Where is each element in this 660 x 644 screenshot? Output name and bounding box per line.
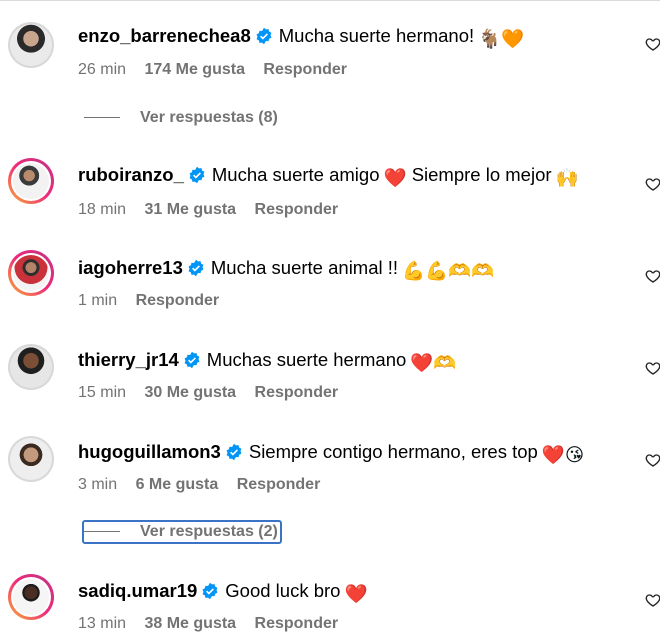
view-replies-button[interactable]: Ver respuestas (8)	[84, 109, 278, 127]
heart-outline-icon[interactable]	[645, 592, 660, 608]
heart-outline-icon[interactable]	[645, 360, 660, 376]
reply-button[interactable]: Responder	[255, 201, 339, 218]
likes-count[interactable]: 6 Me gusta	[136, 476, 219, 493]
heart-outline-icon[interactable]	[645, 452, 660, 468]
comment-username[interactable]: iagoherre13	[78, 257, 183, 278]
comment-emoji: ❤️🫶	[410, 352, 457, 373]
verified-badge-icon	[188, 259, 204, 277]
comment-item: ruboiranzo_ Mucha suerte amigo ❤️ Siempre …	[0, 148, 660, 228]
likes-count[interactable]: 174 Me gusta	[144, 61, 244, 78]
comment-emoji: ❤️	[344, 583, 368, 604]
likes-count[interactable]: 31 Me gusta	[144, 201, 236, 218]
avatar[interactable]	[8, 436, 54, 482]
comment-item: sadiq.umar19 Good luck bro ❤️ 13 min 38 Me…	[0, 564, 660, 644]
comment-username[interactable]: ruboiranzo_	[78, 164, 184, 185]
comment-emoji: 🐐🧡	[478, 28, 525, 49]
reply-button[interactable]: Responder	[255, 615, 339, 632]
likes-count[interactable]: 30 Me gusta	[144, 384, 236, 401]
comment-username[interactable]: hugoguillamon3	[78, 441, 221, 462]
comment-item: iagoherre13 Mucha suerte animal !! 💪💪🫶🫶 1 …	[0, 240, 660, 320]
likes-count[interactable]: 38 Me gusta	[144, 615, 236, 632]
comment-time: 13 min	[78, 615, 127, 632]
comment-item: hugoguillamon3 Siempre contigo hermano, e…	[0, 424, 660, 504]
comment-time: 15 min	[78, 384, 127, 401]
view-replies-button[interactable]: Ver respuestas (2)	[82, 520, 282, 544]
reply-button[interactable]: Responder	[136, 292, 220, 309]
heart-outline-icon[interactable]	[645, 268, 660, 284]
avatar[interactable]	[8, 22, 54, 68]
comment-time: 26 min	[78, 61, 127, 78]
verified-badge-icon	[184, 351, 200, 369]
comment-text: Mucha suerte hermano!	[278, 25, 475, 46]
comment-emoji: ❤️😘	[541, 444, 585, 465]
comment-emoji: ❤️	[383, 167, 407, 188]
comment-emoji: 💪💪🫶🫶	[402, 260, 495, 281]
comment-emoji-2: 🙌	[555, 167, 579, 188]
replies-dash	[84, 117, 120, 119]
verified-badge-icon	[202, 582, 218, 600]
verified-badge-icon	[256, 27, 272, 45]
comment-time: 3 min	[78, 476, 118, 493]
comment-username[interactable]: enzo_barrenechea8	[78, 25, 251, 46]
reply-button[interactable]: Responder	[263, 61, 347, 78]
comment-username[interactable]: sadiq.umar19	[78, 580, 197, 601]
replies-dash	[84, 531, 120, 533]
comment-username[interactable]: thierry_jr14	[78, 349, 179, 370]
heart-outline-icon[interactable]	[645, 176, 660, 192]
comment-time: 18 min	[78, 201, 127, 218]
comment-text: Mucha suerte amigo	[211, 164, 380, 185]
comment-item: thierry_jr14 Muchas suerte hermano ❤️🫶 15 …	[0, 332, 660, 412]
verified-badge-icon	[226, 443, 242, 461]
comment-text: Muchas suerte hermano	[206, 349, 407, 370]
avatar[interactable]	[8, 574, 54, 620]
comment-item: enzo_barrenechea8 Mucha suerte hermano! 🐐🧡…	[0, 0, 660, 80]
comment-text: Siempre contigo hermano, eres top	[248, 441, 538, 462]
avatar[interactable]	[8, 250, 54, 296]
comment-text: Good luck bro	[225, 580, 341, 601]
comment-text-continued: Siempre lo mejor	[411, 164, 552, 185]
reply-button[interactable]: Responder	[255, 384, 339, 401]
comment-text: Mucha suerte animal !!	[210, 257, 399, 278]
heart-outline-icon[interactable]	[645, 36, 660, 52]
verified-badge-icon	[189, 166, 205, 184]
reply-button[interactable]: Responder	[237, 476, 321, 493]
avatar[interactable]	[8, 344, 54, 390]
comment-time: 1 min	[78, 292, 118, 309]
avatar[interactable]	[8, 158, 54, 204]
